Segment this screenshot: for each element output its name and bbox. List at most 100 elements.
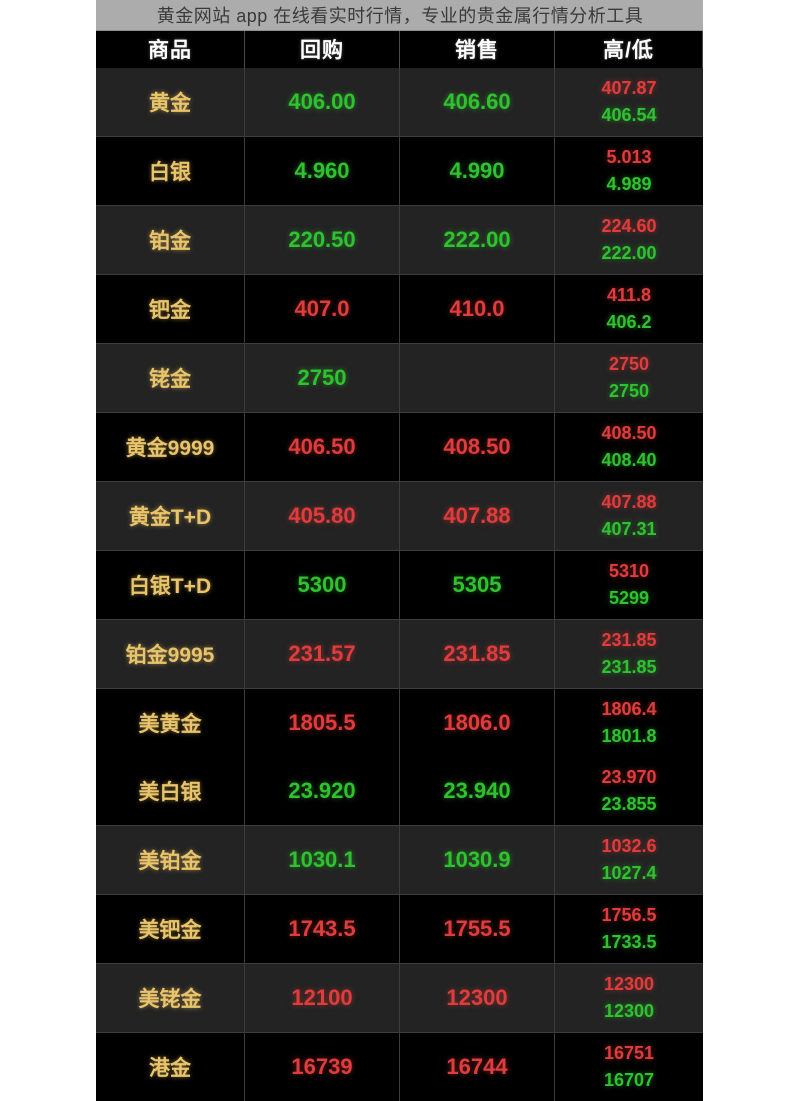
- high-low-stack: 411.8 406.2: [606, 282, 651, 336]
- product-name-label: 白银: [149, 161, 191, 184]
- low-price-value: 408.40: [601, 450, 657, 470]
- high-low-stack: 1756.5 1733.5: [601, 902, 656, 956]
- low-price-value: 231.85: [601, 657, 657, 677]
- high-low-stack: 2750 2750: [609, 351, 649, 405]
- product-name-label: 美黄金: [138, 713, 202, 736]
- table-row[interactable]: 美铂金 1030.1 1030.9 1032.6 1027.4: [96, 826, 703, 894]
- high-low-stack: 23.970 23.855: [601, 764, 656, 818]
- high-price-value: 23.970: [601, 767, 657, 787]
- high-price-value: 411.8: [606, 285, 652, 305]
- table-row[interactable]: 美黄金 1805.5 1806.0 1806.4 1801.8: [96, 689, 703, 757]
- high-price-value: 1032.6: [601, 836, 657, 856]
- cell-sale-price: [400, 344, 555, 412]
- sale-price-value: 16744: [446, 1054, 508, 1079]
- cell-sale-price: 1806.0: [400, 689, 555, 757]
- cell-buyback-price: 407.0: [245, 275, 400, 343]
- cell-buyback-price: 23.920: [245, 757, 400, 825]
- high-price-value: 407.87: [601, 78, 657, 98]
- sale-price-value: 23.940: [443, 778, 511, 803]
- column-header-buyback-label: 回购: [300, 39, 344, 62]
- sale-price-value: 1755.5: [443, 916, 511, 941]
- cell-high-low: 1756.5 1733.5: [555, 895, 703, 963]
- cell-sale-price: 222.00: [400, 206, 555, 274]
- table-row[interactable]: 铂金 220.50 222.00 224.60 222.00: [96, 206, 703, 274]
- cell-buyback-price: 12100: [245, 964, 400, 1032]
- low-price-value: 12300: [603, 1001, 655, 1021]
- table-row[interactable]: 黄金9999 406.50 408.50 408.50 408.40: [96, 413, 703, 481]
- high-price-value: 407.88: [601, 492, 657, 512]
- buyback-price-value: 1805.5: [288, 710, 356, 735]
- high-low-stack: 224.60 222.00: [601, 213, 656, 267]
- cell-buyback-price: 1030.1: [245, 826, 400, 894]
- cell-sale-price: 231.85: [400, 620, 555, 688]
- table-row[interactable]: 港金 16739 16744 16751 16707: [96, 1033, 703, 1101]
- cell-product-name: 黄金9999: [96, 413, 245, 481]
- low-price-value: 406.54: [601, 105, 657, 125]
- high-low-stack: 1806.4 1801.8: [601, 696, 656, 750]
- precious-metal-quote-table: 商品 回购 销售 高/低 黄金 406.00 406.60 407.87 406.54 白…: [96, 30, 703, 1101]
- buyback-price-value: 4.960: [294, 158, 350, 183]
- cell-high-low: 411.8 406.2: [555, 275, 703, 343]
- cell-product-name: 美铂金: [96, 826, 245, 894]
- buyback-price-value: 2750: [297, 365, 347, 390]
- table-row[interactable]: 白银T+D 5300 5305 5310 5299: [96, 551, 703, 619]
- cell-product-name: 美白银: [96, 757, 245, 825]
- high-price-value: 5310: [608, 561, 650, 581]
- cell-buyback-price: 16739: [245, 1033, 400, 1101]
- cell-product-name: 铂金: [96, 206, 245, 274]
- high-low-stack: 231.85 231.85: [601, 627, 656, 681]
- cell-product-name: 美黄金: [96, 689, 245, 757]
- buyback-price-value: 407.0: [294, 296, 350, 321]
- buyback-price-value: 1030.1: [288, 847, 356, 872]
- table-row[interactable]: 美钯金 1743.5 1755.5 1756.5 1733.5: [96, 895, 703, 963]
- sale-price-value: 5305: [452, 572, 502, 597]
- buyback-price-value: 5300: [297, 572, 347, 597]
- buyback-price-value: 220.50: [288, 227, 356, 252]
- sale-price-value: 410.0: [449, 296, 505, 321]
- cell-sale-price: 410.0: [400, 275, 555, 343]
- table-row[interactable]: 铂金9995 231.57 231.85 231.85 231.85: [96, 620, 703, 688]
- high-price-value: 12300: [603, 974, 655, 994]
- high-price-value: 5.013: [606, 147, 652, 167]
- cell-product-name: 黄金: [96, 68, 245, 136]
- high-low-stack: 12300 12300: [604, 971, 654, 1025]
- product-name-label: 港金: [149, 1057, 191, 1080]
- product-name-label: 黄金: [149, 92, 191, 115]
- table-row[interactable]: 美铑金 12100 12300 12300 12300: [96, 964, 703, 1032]
- table-row[interactable]: 白银 4.960 4.990 5.013 4.989: [96, 137, 703, 205]
- buyback-price-value: 405.80: [288, 503, 356, 528]
- cell-product-name: 美铑金: [96, 964, 245, 1032]
- low-price-value: 5299: [608, 588, 650, 608]
- cell-sale-price: 408.50: [400, 413, 555, 481]
- sale-price-value: 222.00: [443, 227, 511, 252]
- cell-high-low: 5310 5299: [555, 551, 703, 619]
- product-name-label: 铑金: [149, 368, 191, 391]
- cell-sale-price: 407.88: [400, 482, 555, 550]
- column-header-high-low-label: 高/低: [603, 39, 654, 62]
- table-row[interactable]: 钯金 407.0 410.0 411.8 406.2: [96, 275, 703, 343]
- cell-product-name: 钯金: [96, 275, 245, 343]
- cell-high-low: 5.013 4.989: [555, 137, 703, 205]
- cell-high-low: 1806.4 1801.8: [555, 689, 703, 757]
- high-low-stack: 407.87 406.54: [601, 75, 656, 129]
- low-price-value: 406.2: [606, 312, 652, 332]
- cell-buyback-price: 2750: [245, 344, 400, 412]
- column-header-product: 商品: [96, 30, 245, 68]
- table-row[interactable]: 铑金 2750 2750 2750: [96, 344, 703, 412]
- table-row[interactable]: 美白银 23.920 23.940 23.970 23.855: [96, 757, 703, 825]
- sale-price-value: 408.50: [443, 434, 511, 459]
- buyback-price-value: 16739: [291, 1054, 353, 1079]
- high-low-stack: 407.88 407.31: [601, 489, 656, 543]
- table-row[interactable]: 黄金T+D 405.80 407.88 407.88 407.31: [96, 482, 703, 550]
- cell-high-low: 2750 2750: [555, 344, 703, 412]
- low-price-value: 1027.4: [601, 863, 657, 883]
- sale-price-value: 1806.0: [443, 710, 511, 735]
- product-name-label: 美铂金: [138, 850, 202, 873]
- cell-sale-price: 1755.5: [400, 895, 555, 963]
- product-name-label: 美钯金: [138, 919, 202, 942]
- product-name-label: 黄金9999: [125, 437, 215, 460]
- table-row[interactable]: 黄金 406.00 406.60 407.87 406.54: [96, 68, 703, 136]
- low-price-value: 2750: [608, 381, 650, 401]
- cell-buyback-price: 406.50: [245, 413, 400, 481]
- buyback-price-value: 406.00: [288, 89, 356, 114]
